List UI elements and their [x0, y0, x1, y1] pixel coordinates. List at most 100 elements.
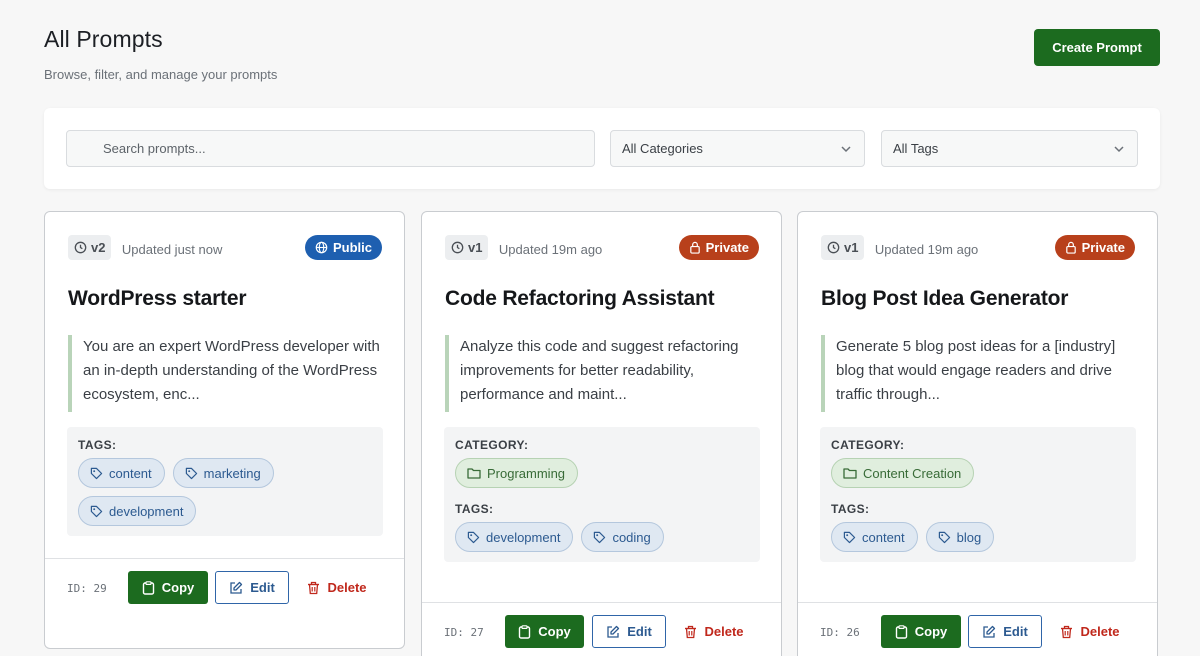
- create-prompt-button[interactable]: Create Prompt: [1034, 29, 1160, 66]
- edit-label: Edit: [1003, 624, 1028, 639]
- tag-chip[interactable]: content: [831, 522, 918, 552]
- version-badge: v1: [445, 235, 489, 260]
- updated-text: Updated 19m ago: [874, 242, 979, 258]
- tag-list: content marketing development: [78, 458, 372, 526]
- prompt-card[interactable]: v2 Updated just now Public WordPress sta…: [44, 211, 405, 649]
- edit-button[interactable]: Edit: [968, 615, 1042, 648]
- search-input[interactable]: [66, 130, 595, 167]
- category-select[interactable]: All Categories: [610, 130, 865, 167]
- card-title: Code Refactoring Assistant: [445, 287, 715, 310]
- card-meta: v1 Updated 19m ago Private: [821, 235, 1135, 261]
- tag-icon: [938, 531, 950, 543]
- visibility-label: Private: [1081, 240, 1125, 255]
- tags-label: TAGS:: [831, 502, 870, 516]
- edit-button[interactable]: Edit: [592, 615, 666, 648]
- page-header: All Prompts Browse, filter, and manage y…: [44, 26, 1160, 96]
- tags-label: TAGS:: [78, 438, 117, 452]
- card-meta-box: TAGS: content marketing development: [67, 427, 383, 536]
- copy-label: Copy: [161, 580, 195, 595]
- tag-chip[interactable]: coding: [581, 522, 664, 552]
- copy-label: Copy: [538, 624, 571, 639]
- tag-label: development: [486, 529, 561, 545]
- card-title: WordPress starter: [68, 287, 247, 310]
- prompt-id: ID: 27: [444, 626, 484, 639]
- version-label: v2: [91, 240, 106, 255]
- edit-icon: [983, 625, 996, 638]
- lock-icon: [1065, 241, 1076, 254]
- category-chip[interactable]: Content Creation: [831, 458, 975, 488]
- tags-label: TAGS:: [455, 502, 494, 516]
- card-footer: ID: 29 Copy Edit Delete: [45, 558, 404, 648]
- delete-label: Delete: [327, 580, 367, 595]
- tag-chip[interactable]: development: [455, 522, 574, 552]
- tag-icon: [467, 531, 480, 543]
- edit-label: Edit: [627, 624, 652, 639]
- updated-text: Updated 19m ago: [498, 242, 603, 258]
- delete-button[interactable]: Delete: [300, 571, 374, 604]
- prompt-card[interactable]: v1 Updated 19m ago Private Blog Post Ide…: [797, 211, 1158, 656]
- card-meta-box: CATEGORY: Content Creation TAGS: content…: [820, 427, 1136, 562]
- edit-label: Edit: [250, 580, 275, 595]
- clipboard-icon: [142, 580, 154, 595]
- card-description: Analyze this code and suggest refactorin…: [445, 335, 761, 412]
- card-description: Generate 5 blog post ideas for a [indust…: [821, 335, 1137, 412]
- copy-label: Copy: [914, 624, 948, 639]
- page-subtitle: Browse, filter, and manage your prompts: [44, 67, 278, 82]
- folder-icon: [843, 468, 857, 479]
- tags-select-value: All Tags: [893, 141, 939, 156]
- tag-chip[interactable]: development: [78, 496, 197, 526]
- tag-chip[interactable]: content: [78, 458, 165, 488]
- tag-chip[interactable]: blog: [925, 522, 995, 552]
- prompt-card[interactable]: v1 Updated 19m ago Private Code Refactor…: [421, 211, 782, 656]
- lock-icon: [689, 241, 700, 254]
- tag-label: development: [109, 503, 184, 519]
- page-title: All Prompts: [44, 26, 163, 52]
- category-select-value: All Categories: [622, 141, 703, 156]
- tag-list: content blog: [831, 522, 1125, 552]
- version-badge: v2: [68, 235, 112, 260]
- copy-button[interactable]: Copy: [128, 571, 208, 604]
- card-footer: ID: 26 Copy Edit Delete: [798, 602, 1157, 656]
- globe-icon: [315, 241, 328, 254]
- visibility-badge: Private: [678, 235, 759, 260]
- version-badge: v1: [821, 235, 865, 260]
- card-title: Blog Post Idea Generator: [821, 287, 1069, 310]
- prompt-id: ID: 29: [67, 582, 107, 595]
- visibility-label: Public: [332, 240, 372, 255]
- edit-icon: [607, 625, 620, 638]
- edit-button[interactable]: Edit: [215, 571, 289, 604]
- clipboard-icon: [519, 624, 531, 639]
- clock-icon: [74, 241, 87, 254]
- tag-label: coding: [612, 529, 651, 545]
- trash-icon: [308, 581, 320, 594]
- tag-icon: [843, 531, 856, 543]
- tag-chip[interactable]: marketing: [172, 458, 274, 488]
- tag-icon: [185, 467, 197, 479]
- visibility-label: Private: [705, 240, 749, 255]
- category-list: Programming: [455, 458, 749, 488]
- delete-label: Delete: [704, 624, 744, 639]
- copy-button[interactable]: Copy: [505, 615, 584, 648]
- clock-icon: [451, 241, 464, 254]
- delete-button[interactable]: Delete: [677, 615, 751, 648]
- category-list: Content Creation: [831, 458, 1125, 488]
- card-meta: v1 Updated 19m ago Private: [445, 235, 759, 261]
- copy-button[interactable]: Copy: [881, 615, 961, 648]
- folder-icon: [467, 468, 481, 479]
- tag-label: blog: [956, 529, 982, 545]
- category-chip[interactable]: Programming: [455, 458, 579, 488]
- version-label: v1: [468, 240, 483, 255]
- prompt-id: ID: 26: [820, 626, 860, 639]
- tag-icon: [90, 505, 103, 517]
- chevron-down-icon: [841, 146, 851, 153]
- clock-icon: [827, 241, 840, 254]
- card-footer: ID: 27 Copy Edit Delete: [422, 602, 781, 656]
- card-meta-box: CATEGORY: Programming TAGS: development …: [444, 427, 760, 562]
- category-chip-label: Content Creation: [863, 465, 962, 481]
- category-chip-label: Programming: [487, 465, 566, 481]
- tags-select[interactable]: All Tags: [881, 130, 1138, 167]
- delete-button[interactable]: Delete: [1053, 615, 1127, 648]
- trash-icon: [1061, 625, 1073, 638]
- chevron-down-icon: [1114, 146, 1124, 153]
- visibility-badge: Public: [304, 235, 382, 260]
